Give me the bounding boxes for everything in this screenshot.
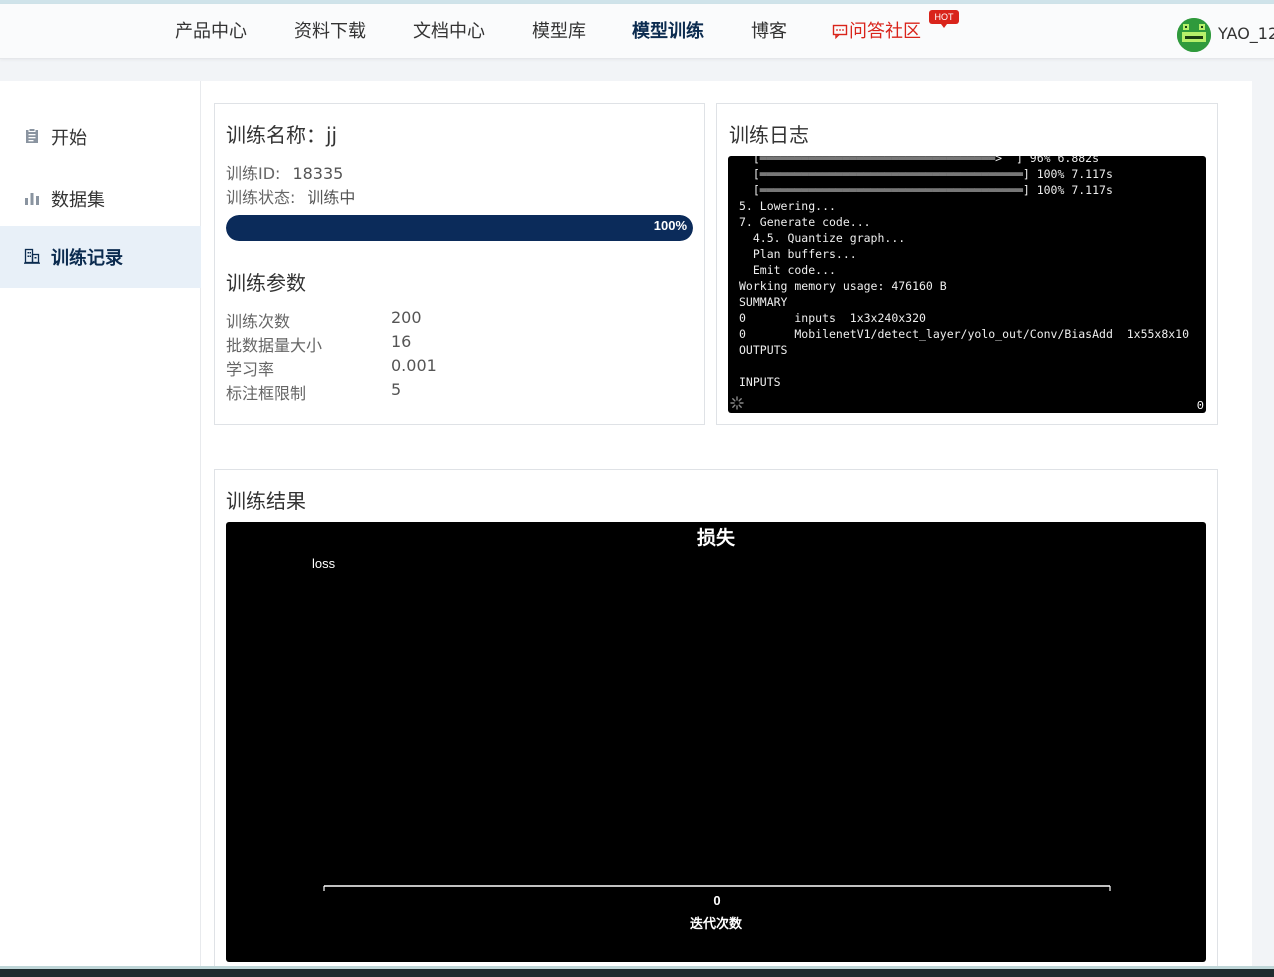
log-line: Emit code...: [739, 263, 836, 277]
chat-bubble-icon: [832, 24, 848, 40]
sidebar-item-label: 开始: [51, 128, 87, 149]
log-line: 5. Lowering...: [739, 199, 836, 213]
log-line: [══════════════════════════════════> ] 9…: [739, 156, 1100, 165]
nav-item-docs[interactable]: 文档中心: [413, 20, 485, 44]
param-value: 0.001: [391, 356, 437, 375]
param-row: 学习率 0.001: [226, 356, 626, 379]
log-count: 0: [1196, 399, 1204, 413]
progress-text: 100%: [653, 218, 687, 233]
param-key: 训练次数: [226, 312, 291, 331]
param-value: 200: [391, 308, 422, 327]
sidebar: 开始 数据集 训练记录: [0, 81, 201, 967]
nav-item-model-zoo[interactable]: 模型库: [532, 20, 586, 44]
log-line: OUTPUTS: [739, 343, 788, 357]
sidebar-item-datasets[interactable]: 数据集: [0, 168, 201, 230]
top-navbar: 产品中心 资料下载 文档中心 模型库 模型训练 博客 问答社区 HOT YAO_…: [0, 4, 1274, 59]
hot-badge: HOT: [929, 10, 959, 28]
loss-chart-svg: 损失 loss 0 迭代次数: [312, 526, 1111, 932]
training-results-card: 训练结果 损失 loss 0 迭代次数: [214, 469, 1218, 977]
sidebar-item-start[interactable]: 开始: [0, 106, 201, 168]
training-log-card: 训练日志 [══════════════════════════════════…: [716, 103, 1218, 425]
bar-chart-icon: [25, 193, 39, 205]
log-console[interactable]: [══════════════════════════════════> ] 9…: [728, 156, 1206, 413]
bottom-taskbar-line: [0, 966, 1274, 969]
nav-item-qa-community[interactable]: 问答社区: [832, 20, 921, 44]
log-line: Plan buffers...: [739, 247, 857, 261]
param-key: 批数据量大小: [226, 336, 323, 355]
avatar[interactable]: [1177, 18, 1211, 52]
training-name-value: jj: [326, 123, 338, 147]
param-key: 标注框限制: [226, 384, 307, 403]
log-line: SUMMARY: [739, 295, 788, 309]
param-row: 标注框限制 5: [226, 380, 626, 403]
training-id-value: 18335: [292, 164, 344, 183]
nav-item-downloads[interactable]: 资料下载: [294, 20, 366, 44]
log-title: 训练日志: [729, 123, 809, 147]
training-info-card: 训练名称：jj 训练ID: 18335 训练状态: 训练中 100% 训练参数 训练…: [214, 103, 705, 425]
sidebar-item-label: 数据集: [51, 190, 105, 211]
nav-item-model-training[interactable]: 模型训练: [632, 20, 704, 44]
results-title: 训练结果: [226, 489, 306, 513]
log-line: [══════════════════════════════════════]…: [739, 167, 1113, 181]
training-name-label: 训练名称：: [226, 123, 326, 147]
log-line: [══════════════════════════════════════]…: [739, 183, 1113, 197]
param-row: 训练次数 200: [226, 308, 626, 331]
param-row: 批数据量大小 16: [226, 332, 626, 355]
nav-item-blog[interactable]: 博客: [751, 20, 787, 44]
loading-spinner-icon: [730, 396, 744, 410]
chart-title: 损失: [697, 526, 736, 549]
bottom-taskbar: [0, 966, 1274, 977]
frog-avatar-icon: [1177, 18, 1211, 52]
x-tick-label: 0: [713, 893, 720, 908]
param-key: 学习率: [226, 360, 275, 379]
log-line: 0 inputs 1x3x240x320: [739, 311, 926, 325]
training-id-line: 训练ID: 18335: [226, 160, 343, 184]
training-status-value: 训练中: [307, 188, 356, 207]
log-line: INPUTS: [739, 375, 781, 389]
training-progress-bar: 100%: [226, 215, 693, 241]
param-value: 5: [391, 380, 402, 399]
log-line: 7. Generate code...: [739, 215, 871, 229]
log-line: 0 MobilenetV1/detect_layer/yolo_out/Conv…: [739, 327, 1190, 341]
qa-label: 问答社区: [849, 21, 921, 42]
x-axis-label: 迭代次数: [690, 916, 743, 932]
loss-chart: 损失 loss 0 迭代次数: [226, 522, 1206, 962]
sidebar-item-training-records[interactable]: 训练记录: [0, 226, 201, 288]
training-id-label: 训练ID:: [226, 164, 281, 183]
nav-item-products[interactable]: 产品中心: [175, 20, 247, 44]
building-icon: [24, 248, 40, 264]
log-line: Working memory usage: 476160 B: [739, 279, 947, 293]
log-line: 4.5. Quantize graph...: [739, 231, 906, 245]
chart-legend-loss: loss: [312, 556, 336, 571]
username[interactable]: YAO_12: [1218, 24, 1274, 43]
log-lines: [══════════════════════════════════> ] 9…: [739, 156, 1204, 390]
sidebar-item-label: 训练记录: [51, 248, 123, 269]
param-value: 16: [391, 332, 412, 351]
training-status-line: 训练状态: 训练中: [226, 184, 355, 208]
params-title: 训练参数: [226, 271, 306, 295]
training-status-label: 训练状态:: [226, 188, 296, 207]
clipboard-icon: [26, 128, 38, 143]
progress-fill: [226, 215, 693, 241]
training-name-heading: 训练名称：jj: [226, 119, 337, 148]
